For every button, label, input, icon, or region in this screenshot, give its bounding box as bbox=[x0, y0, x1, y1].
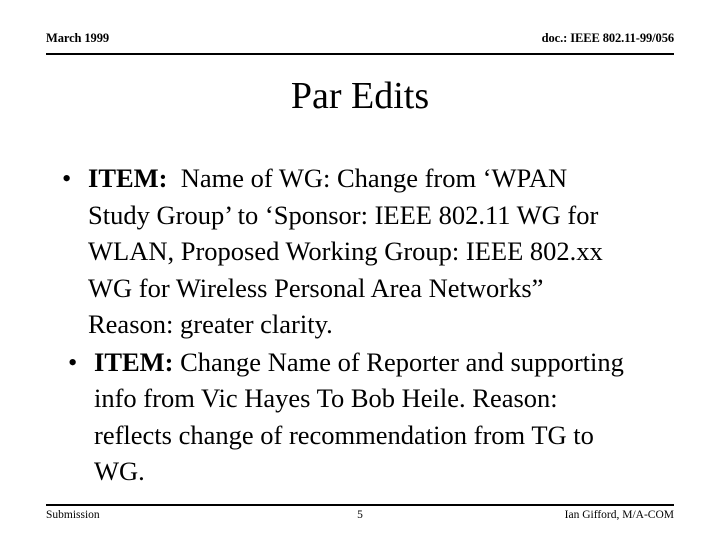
bullet-lead-label: ITEM: bbox=[94, 346, 174, 377]
bullet-line: WG. bbox=[94, 456, 145, 486]
bullet-line: info from Vic Hayes To Bob Heile. Reason… bbox=[94, 383, 558, 413]
bullet-line: reflects change of recommendation from T… bbox=[94, 419, 594, 450]
slide-body: • ITEM: Name of WG: Change from ‘WPAN St… bbox=[46, 160, 676, 490]
bullet-item: • ITEM: Change Name of Reporter and supp… bbox=[46, 344, 676, 490]
slide-title: Par Edits bbox=[290, 75, 430, 117]
bullet-line-text: Name of WG: Change from ‘WPAN bbox=[180, 163, 568, 193]
bullet-text: ITEM: Change Name of Reporter and suppor… bbox=[94, 344, 676, 490]
slide-header: March 1999 doc.: IEEE 802.11-99/056 bbox=[46, 31, 674, 55]
bullet-line: WG for Wireless Personal Area Networks” bbox=[88, 272, 544, 303]
bullet-dot-icon: • bbox=[68, 346, 78, 377]
presentation-slide: March 1999 doc.: IEEE 802.11-99/056 Par … bbox=[0, 0, 720, 540]
bullet-line: ITEM: Change Name of Reporter and suppor… bbox=[94, 344, 676, 381]
bullet-item: • ITEM: Name of WG: Change from ‘WPAN St… bbox=[46, 160, 676, 343]
bullet-dot-icon: • bbox=[62, 163, 72, 193]
bullet-lead-label: ITEM: bbox=[88, 163, 168, 193]
bullet-line: ITEM: Name of WG: Change from ‘WPAN bbox=[88, 160, 676, 197]
header-document-number: doc.: IEEE 802.11-99/056 bbox=[541, 31, 674, 45]
bullet-text: ITEM: Name of WG: Change from ‘WPAN Stud… bbox=[88, 160, 676, 343]
bullet-line: Study Group’ to ‘Sponsor: IEEE 802.11 WG… bbox=[88, 199, 599, 230]
header-date: March 1999 bbox=[46, 31, 109, 45]
slide-footer: Submission 5 Ian Gifford, M/A-COM bbox=[46, 504, 674, 530]
bullet-line-text: Change Name of Reporter and supporting bbox=[180, 346, 624, 377]
bullet-line: Reason: greater clarity. bbox=[88, 309, 333, 339]
footer-author: Ian Gifford, M/A-COM bbox=[564, 509, 674, 521]
bullet-line: WLAN, Proposed Working Group: IEEE 802.x… bbox=[88, 236, 603, 266]
